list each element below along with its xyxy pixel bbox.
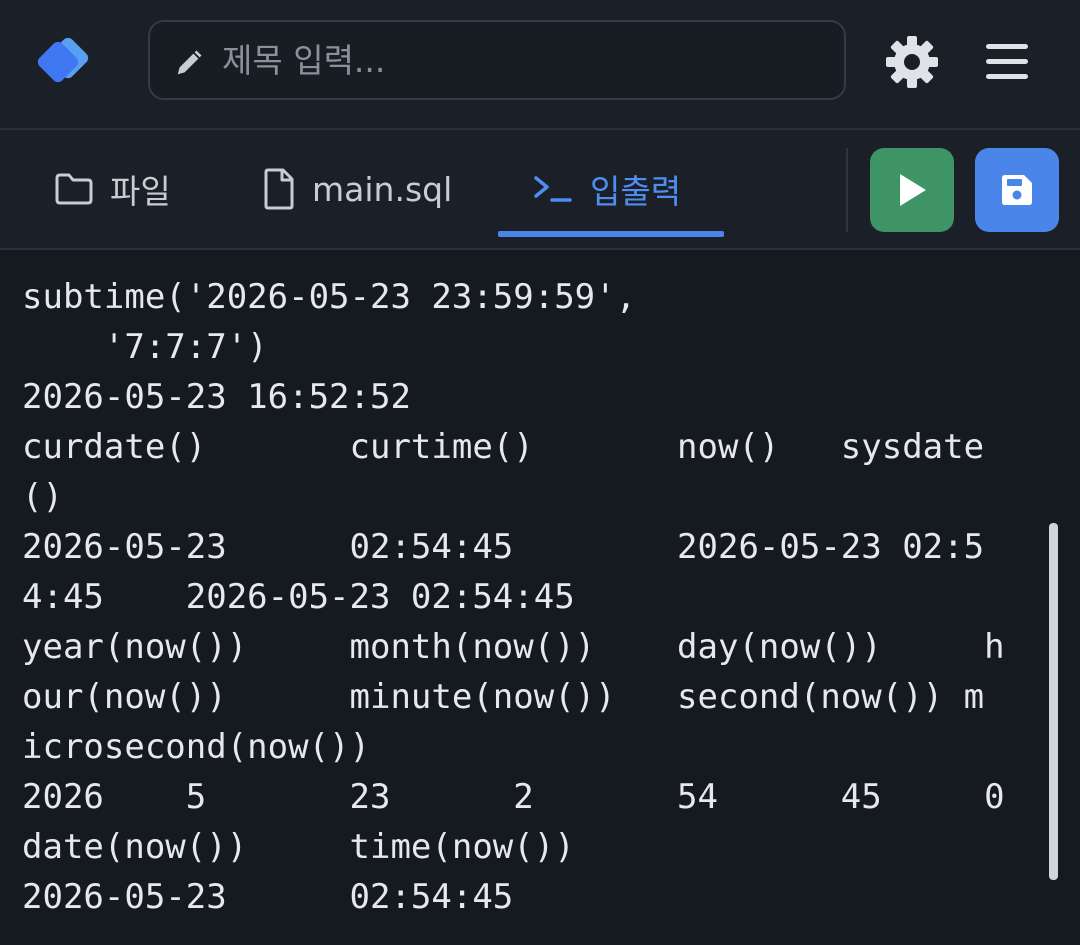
console-line: year(now()) month(now()) day(now()) h	[22, 627, 1005, 667]
folder-icon	[55, 173, 93, 205]
tab-bar: 파일 main.sql 입출력	[0, 130, 1080, 250]
console-line: icrosecond(now())	[22, 727, 370, 767]
console-line: 2026-05-23 16:52:52	[22, 377, 411, 417]
console-scrollbar[interactable]	[1049, 523, 1058, 880]
console-line: subtime('2026-05-23 23:59:59',	[22, 277, 637, 317]
tab-main-sql-label: main.sql	[312, 169, 453, 209]
title-field[interactable]	[148, 20, 846, 100]
tab-io-label: 입출력	[590, 172, 682, 211]
gear-icon[interactable]	[884, 34, 940, 90]
tab-files[interactable]: 파일	[54, 130, 171, 248]
active-tab-indicator	[498, 231, 724, 237]
console-line: 4:45 2026-05-23 02:54:45	[22, 577, 575, 617]
top-bar	[0, 0, 1080, 130]
run-button[interactable]	[870, 148, 954, 232]
console-line: 2026-05-23 02:54:45	[22, 877, 514, 917]
output-console: subtime('2026-05-23 23:59:59', '7:7:7') …	[0, 250, 1080, 945]
console-line: date(now()) time(now())	[22, 827, 575, 867]
save-icon	[1002, 175, 1032, 205]
console-line: our(now()) minute(now()) second(now()) m	[22, 677, 985, 717]
save-button[interactable]	[975, 148, 1059, 232]
console-line: curdate() curtime() now() sysdate	[22, 427, 985, 467]
terminal-icon	[534, 176, 572, 202]
toolbar-divider	[846, 148, 848, 232]
title-input[interactable]	[222, 22, 822, 98]
hamburger-menu-icon[interactable]	[984, 40, 1030, 84]
app-logo[interactable]	[30, 36, 106, 88]
console-line: ()	[22, 477, 63, 517]
play-icon	[900, 174, 926, 206]
pencil-icon	[177, 50, 202, 75]
file-icon	[264, 168, 294, 210]
tab-main-sql[interactable]: main.sql	[262, 130, 452, 248]
console-line: 2026 5 23 2 54 45 0	[22, 777, 1005, 817]
console-line: '7:7:7')	[22, 327, 268, 367]
console-output: subtime('2026-05-23 23:59:59', '7:7:7') …	[22, 272, 1062, 922]
console-line: 2026-05-23 02:54:45 2026-05-23 02:5	[22, 527, 985, 567]
tab-files-label: 파일	[110, 172, 171, 211]
